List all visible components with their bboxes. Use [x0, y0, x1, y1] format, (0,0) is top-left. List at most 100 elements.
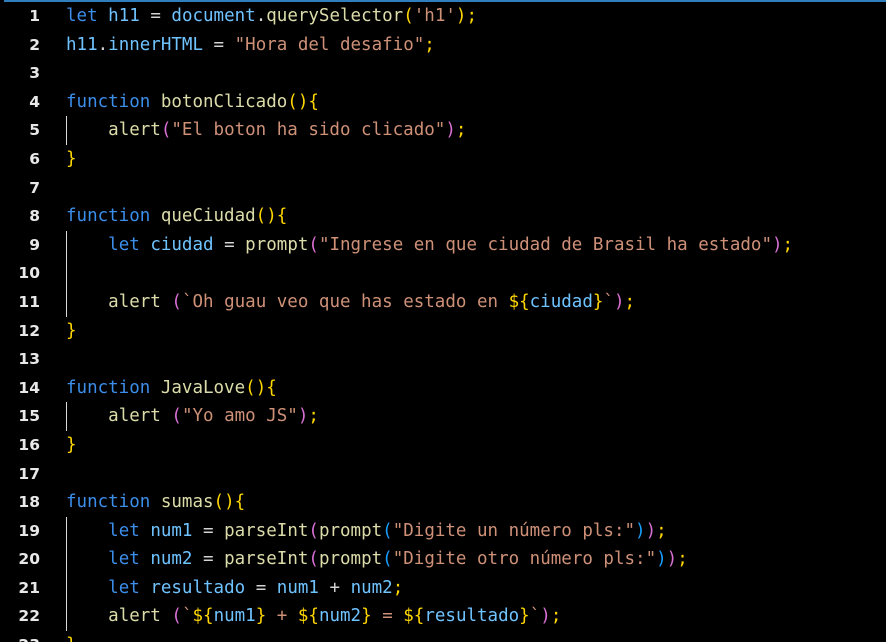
token-op: =	[224, 234, 235, 255]
token-punc-y: {	[234, 492, 246, 513]
token-punc-y: ;	[424, 34, 435, 55]
token-punc-y: ${	[192, 606, 214, 627]
code-line[interactable]: 8 function queCiudad(){	[0, 202, 886, 231]
line-content[interactable]: alert("El boton ha sido clicado");	[66, 116, 466, 145]
code-line[interactable]: 2 h11.innerHTML = "Hora del desafio";	[0, 31, 886, 60]
code-line[interactable]: 5 alert("El boton ha sido clicado");	[0, 116, 886, 145]
line-content[interactable]: let num1 = parseInt(prompt("Digite un nú…	[66, 517, 667, 546]
token-punc-y: {	[276, 206, 288, 227]
token-punc-y: ;	[656, 520, 667, 541]
line-number: 20	[18, 550, 40, 569]
code-line[interactable]: 1 let h11 = document.querySelector('h1');	[0, 2, 886, 31]
code-line[interactable]: 10	[0, 259, 886, 288]
line-content[interactable]: h11.innerHTML = "Hora del desafio";	[66, 31, 435, 60]
line-content[interactable]: function queCiudad(){	[66, 202, 287, 231]
token-op: +	[329, 577, 341, 598]
token-kw: let	[108, 549, 140, 570]
token-str: `Oh guau veo que has estado en	[181, 291, 509, 312]
line-content[interactable]: function botonClicado(){	[66, 88, 319, 117]
line-content[interactable]: let h11 = document.querySelector('h1');	[66, 2, 477, 31]
code-line[interactable]: 19 let num1 = parseInt(prompt("Digite un…	[0, 516, 886, 546]
line-content[interactable]: function JavaLove(){	[66, 374, 277, 403]
code-editor[interactable]: 1 let h11 = document.querySelector('h1');…	[0, 0, 886, 642]
line-number: 11	[18, 292, 40, 311]
code-line[interactable]: 14 function JavaLove(){	[0, 374, 886, 403]
line-content[interactable]: function sumas(){	[66, 488, 245, 517]
code-line[interactable]: 7	[0, 174, 886, 203]
token-var: num1	[213, 606, 256, 627]
line-number: 8	[29, 207, 40, 226]
line-content[interactable]: }	[66, 317, 77, 346]
code-line[interactable]: 21 let resultado = num1 + num2;	[0, 573, 886, 603]
token-kw: let	[108, 520, 140, 541]
token-punc-y: ${	[297, 606, 319, 627]
token-punc-m: )	[445, 120, 456, 141]
code-line[interactable]: 4 function botonClicado(){	[0, 88, 886, 117]
token-fn: prompt	[245, 234, 309, 255]
token-punc-y: ;	[782, 234, 794, 255]
code-line[interactable]: 12}	[0, 317, 886, 346]
line-content[interactable]: alert ("Yo amo JS");	[66, 402, 319, 431]
token-var: num1	[276, 577, 319, 598]
token-op: =	[213, 34, 225, 55]
line-content[interactable]: let num2 = parseInt(prompt("Digite otro …	[66, 545, 688, 574]
token-fn: botonClicado	[160, 91, 288, 112]
line-number: 10	[18, 264, 40, 283]
code-line[interactable]: 17	[0, 460, 886, 489]
code-line[interactable]: 9 let ciudad = prompt("Ingrese en que ci…	[0, 230, 886, 260]
code-line[interactable]: 6}	[0, 145, 886, 174]
code-line[interactable]: 15 alert ("Yo amo JS");	[0, 402, 886, 431]
code-line[interactable]: 22 alert (`${num1} + ${num2} = ${resulta…	[0, 602, 886, 632]
token-var: innerHTML	[108, 34, 203, 55]
code-lines-container[interactable]: 1 let h11 = document.querySelector('h1');…	[0, 2, 886, 642]
token-fn: sumas	[160, 492, 214, 513]
token-fn: parseInt	[224, 520, 309, 541]
code-line[interactable]: 11 alert (`Oh guau veo que has estado en…	[0, 287, 886, 317]
token-punc-m: )	[645, 520, 657, 541]
code-line[interactable]: 20 let num2 = parseInt(prompt("Digite ot…	[0, 545, 886, 574]
code-line[interactable]: 13	[0, 345, 886, 374]
token-str: "El boton ha sido clicado"	[171, 120, 446, 141]
token-punc-b: (	[382, 549, 393, 570]
token-str: "Yo amo JS"	[181, 406, 298, 427]
token-fn: alert	[108, 291, 161, 312]
token-punc-y: {	[266, 377, 277, 398]
token-fn: queCiudad	[160, 206, 256, 227]
token-kw: function	[66, 91, 151, 112]
code-line[interactable]: 18 function sumas(){	[0, 488, 886, 517]
token-str: "Digite un número pls:"	[392, 520, 636, 541]
line-content[interactable]: }	[66, 431, 77, 460]
line-content[interactable]: let resultado = num1 + num2;	[66, 574, 403, 603]
token-punc-y: ;	[677, 549, 688, 570]
token-op: =	[150, 6, 161, 26]
line-content[interactable]: alert (`Oh guau veo que has estado en ${…	[66, 288, 635, 317]
token-fn: parseInt	[224, 549, 309, 570]
line-content[interactable]: alert (`${num1} + ${num2} = ${resultado}…	[66, 602, 561, 631]
line-content[interactable]: }	[66, 145, 77, 174]
code-line[interactable]: 16}	[0, 431, 886, 460]
token-fn: prompt	[318, 549, 383, 570]
token-punc-m: (	[171, 406, 182, 427]
token-punc-y: }	[66, 148, 77, 169]
code-line[interactable]: 3	[0, 59, 886, 88]
line-content[interactable]: let ciudad = prompt("Ingrese en que ciud…	[66, 231, 793, 260]
code-line[interactable]: 23}	[0, 631, 886, 642]
line-content[interactable]: }	[66, 631, 77, 642]
token-kw: function	[66, 492, 151, 513]
token-punc-y: }	[592, 291, 604, 312]
token-punc-m: )	[297, 406, 309, 427]
